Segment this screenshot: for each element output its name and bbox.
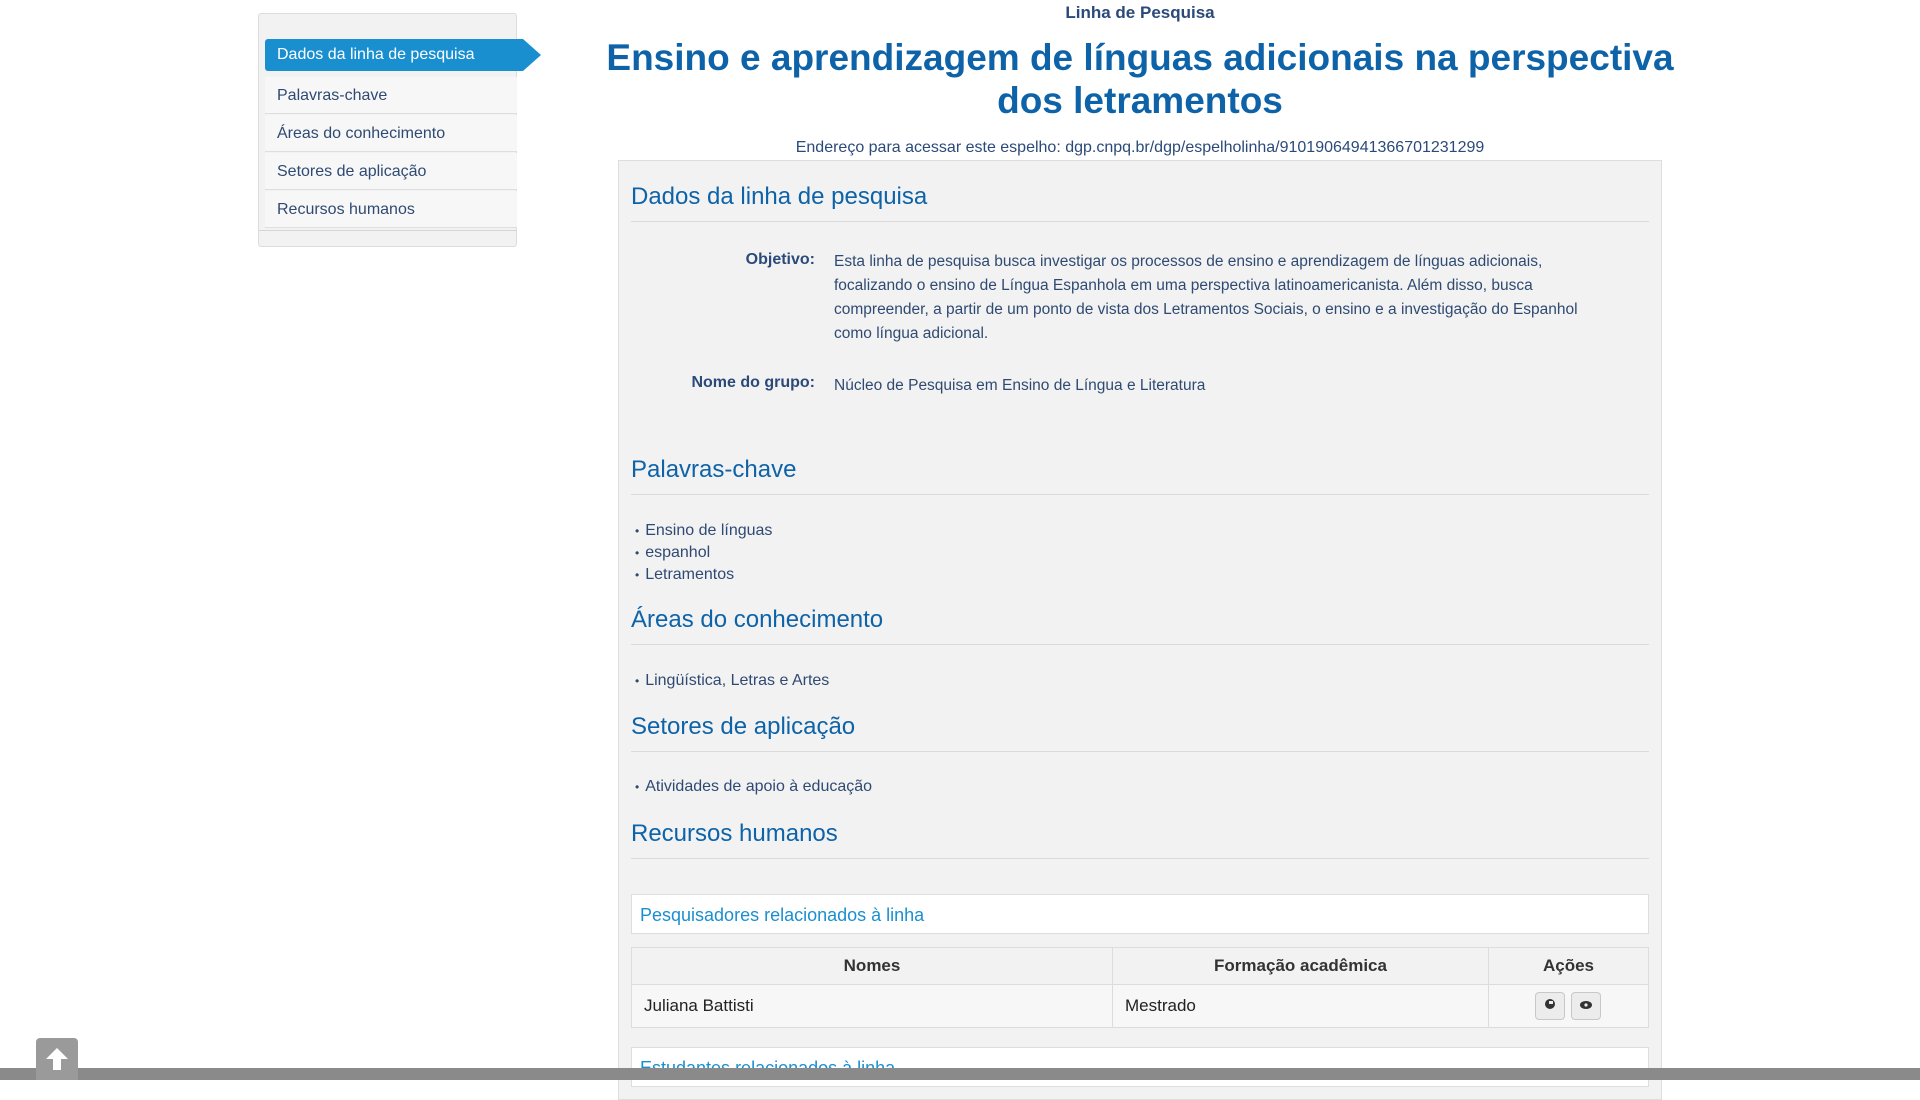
cell-formacao: Mestrado <box>1112 984 1489 1028</box>
list-item: Lingüística, Letras e Artes <box>645 670 829 692</box>
grupo-label: Nome do grupo: <box>691 374 815 391</box>
table-header-row: Nomes Formação acadêmica Ações <box>631 947 1649 985</box>
col-acoes: Ações <box>1488 947 1649 985</box>
sidebar-item-setores[interactable]: Setores de aplicação <box>265 153 517 190</box>
cell-acoes <box>1488 984 1649 1028</box>
sidebar-item-label: Setores de aplicação <box>277 163 427 180</box>
list-item: Atividades de apoio à educação <box>645 776 872 798</box>
list-item: Letramentos <box>645 564 772 586</box>
eye-icon[interactable] <box>1571 992 1602 1020</box>
page-title: Ensino e aprendizagem de línguas adicion… <box>606 37 1674 121</box>
col-nomes[interactable]: Nomes <box>631 947 1113 985</box>
sidebar-item-label: Palavras-chave <box>277 87 388 104</box>
page-kicker: Linha de Pesquisa <box>1065 3 1215 22</box>
section-title-setores: Setores de aplicação <box>631 713 1649 752</box>
back-to-top-button[interactable] <box>36 1038 78 1080</box>
sidebar-item-palavras[interactable]: Palavras-chave <box>265 77 517 114</box>
sidebar-item-areas[interactable]: Áreas do conhecimento <box>265 115 517 152</box>
objetivo-label: Objetivo: <box>745 251 815 268</box>
section-title-areas: Áreas do conhecimento <box>631 606 1649 645</box>
table-row: Juliana Battisti Mestrado <box>631 984 1649 1028</box>
content-panel: Dados da linha de pesquisa Objetivo: Est… <box>618 160 1662 1100</box>
objetivo-text: Esta linha de pesquisa busca investigar … <box>834 253 1578 342</box>
curriculum-icon[interactable] <box>1534 992 1565 1020</box>
arrow-up-icon <box>42 1048 72 1078</box>
setores-list: Atividades de apoio à educação <box>631 776 872 798</box>
sidebar-divider <box>259 230 516 231</box>
sidebar-nav: Dados da linha de pesquisa Palavras-chav… <box>258 13 541 247</box>
sidebar-item-dados[interactable]: Dados da linha de pesquisa <box>265 39 541 71</box>
section-title-recursos: Recursos humanos <box>631 820 1649 859</box>
sidebar-item-label: Dados da linha de pesquisa <box>277 46 475 63</box>
pesquisadores-header[interactable]: Pesquisadores relacionados à linha <box>631 894 1649 934</box>
cell-nome: Juliana Battisti <box>631 984 1113 1028</box>
section-title-dados: Dados da linha de pesquisa <box>631 183 1649 222</box>
sidebar-item-recursos[interactable]: Recursos humanos <box>265 191 517 228</box>
pesquisadores-table: Nomes Formação acadêmica Ações Juliana B… <box>631 947 1649 1028</box>
sidebar-item-label: Áreas do conhecimento <box>277 125 446 142</box>
estudantes-header[interactable]: Estudantes relacionados à linha <box>631 1047 1649 1087</box>
active-arrow <box>523 39 541 71</box>
list-item: espanhol <box>645 542 772 564</box>
section-title-palavras: Palavras-chave <box>631 456 1649 495</box>
sidebar-item-label: Recursos humanos <box>277 201 415 218</box>
list-item: Ensino de línguas <box>645 520 772 542</box>
keywords-list: Ensino de línguas espanhol Letramentos <box>631 520 772 586</box>
bottom-scroll-bar <box>0 1068 1920 1080</box>
grupo-value: Núcleo de Pesquisa em Ensino de Língua e… <box>834 377 1206 394</box>
col-formacao[interactable]: Formação acadêmica <box>1112 947 1489 985</box>
areas-list: Lingüística, Letras e Artes <box>631 670 829 692</box>
mirror-address: Endereço para acessar este espelho: dgp.… <box>795 139 1485 156</box>
